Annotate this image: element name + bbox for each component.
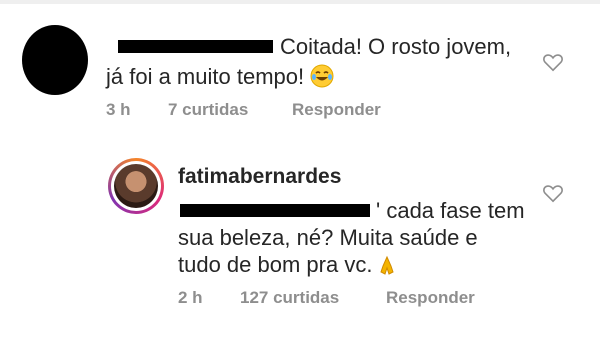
commenter-avatar-redacted[interactable] [22, 25, 88, 95]
reply-mention-suffix: ' [376, 198, 381, 223]
reply-avatar[interactable] [108, 158, 164, 214]
comment-likes[interactable]: 7 curtidas [168, 100, 248, 120]
comment-text-line-2: já foi a muito tempo! [106, 63, 334, 95]
like-heart-icon[interactable] [542, 52, 564, 72]
praying-hands-emoji-icon [376, 254, 398, 283]
reply-like-heart-icon[interactable] [542, 183, 564, 203]
reply-time: 2 h [178, 288, 203, 307]
reply-text-line-1: ' cada fase tem [376, 197, 525, 225]
comment-text-line-1: Coitada! O rosto jovem, [280, 34, 512, 59]
top-divider [0, 0, 600, 4]
reply-text-line-1-text: cada fase tem [386, 198, 525, 223]
reply-text-line-3: tudo de bom pra vc. [178, 251, 398, 283]
commenter-username-redacted[interactable] [118, 40, 273, 53]
reply-text-line-2: sua beleza, né? Muita saúde e [178, 225, 478, 250]
reply-username[interactable]: fatimabernardes [178, 165, 341, 189]
comment-text-line-2-text: já foi a muito tempo! [106, 64, 305, 89]
comment-reply-button[interactable]: Responder [292, 100, 381, 120]
avatar-inner-ring [111, 161, 161, 211]
reply-text-line-3-text: tudo de bom pra vc. [178, 252, 373, 277]
comment-time: 3 h [106, 100, 131, 119]
laughing-tears-emoji-icon [310, 64, 334, 95]
reply-mention-redacted[interactable] [180, 204, 370, 217]
reply-avatar-photo [114, 164, 158, 208]
reply-likes[interactable]: 127 curtidas [240, 288, 339, 308]
reply-reply-button[interactable]: Responder [386, 288, 475, 308]
